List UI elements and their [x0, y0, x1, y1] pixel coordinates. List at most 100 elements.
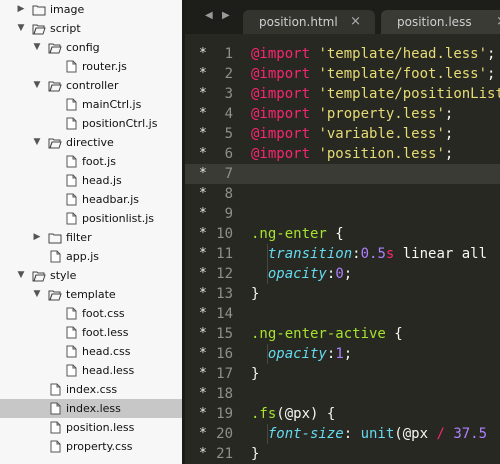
tree-file-positionCtrl-js[interactable]: positionCtrl.js	[0, 114, 182, 133]
line-gutter: * 11	[185, 244, 233, 264]
code-token: {	[385, 326, 403, 342]
tab-label: position.less	[397, 15, 472, 29]
tree-file-router-js[interactable]: router.js	[0, 57, 182, 76]
code-token: (@px	[394, 426, 437, 442]
code-line[interactable]: * 7	[185, 164, 500, 184]
tree-folder-directive[interactable]: ▼ directive	[0, 133, 182, 152]
tree-folder-template[interactable]: ▼ template	[0, 285, 182, 304]
tree-file-index-less[interactable]: index.less	[0, 399, 182, 418]
tree-item-label: app.js	[66, 250, 99, 263]
code-line[interactable]: * 13}	[185, 284, 500, 304]
modified-marker: *	[199, 46, 207, 61]
code-line[interactable]: * 11 transition:0.5s linear all	[185, 244, 500, 264]
tree-folder-style[interactable]: ▼ style	[0, 266, 182, 285]
line-gutter: * 9	[185, 204, 233, 224]
line-gutter: * 20	[185, 424, 233, 444]
tree-item-label: filter	[66, 231, 92, 244]
tree-folder-script[interactable]: ▼ script	[0, 19, 182, 38]
code-line[interactable]: * 21}	[185, 444, 500, 464]
line-gutter: * 6	[185, 144, 233, 164]
tree-item-label: config	[66, 41, 100, 54]
tree-item-label: foot.css	[82, 307, 125, 320]
code-line[interactable]: * 12 opacity:0;	[185, 264, 500, 284]
chevron-down-icon[interactable]: ▼	[15, 266, 27, 285]
close-icon[interactable]: ×	[496, 10, 500, 34]
modified-marker: *	[199, 286, 207, 301]
code-line[interactable]: * 6 @import 'position.less';	[185, 144, 500, 164]
tree-file-app-js[interactable]: app.js	[0, 247, 182, 266]
chevron-down-icon[interactable]: ▼	[15, 19, 27, 38]
tree-folder-config[interactable]: ▼ config	[0, 38, 182, 57]
chevron-down-icon[interactable]: ▼	[31, 38, 43, 57]
tree-file-foot-less[interactable]: foot.less	[0, 323, 182, 342]
code-line[interactable]: * 19 .fs(@px) {	[185, 404, 500, 424]
code-editor[interactable]: ◀ ▶ position.html × position.less × *1@i…	[185, 0, 500, 464]
code-token: ;	[487, 46, 496, 62]
line-number: 7	[224, 166, 233, 182]
code-line[interactable]: * 8	[185, 184, 500, 204]
line-gutter: * 16	[185, 344, 233, 364]
line-number: 20	[216, 426, 233, 442]
code-token: 37.5	[453, 426, 488, 442]
code-line[interactable]: * 9	[185, 204, 500, 224]
tree-file-index-css[interactable]: index.css	[0, 380, 182, 399]
code-line[interactable]: * 18	[185, 384, 500, 404]
code-token: 'variable.less'	[318, 126, 445, 142]
tree-file-foot-css[interactable]: foot.css	[0, 304, 182, 323]
line-content: opacity:0;	[251, 264, 352, 284]
code-line[interactable]: * 2 @import 'template/foot.less';	[185, 64, 500, 84]
chevron-right-icon[interactable]: ▶	[31, 228, 43, 247]
code-line[interactable]: * 20 font-size: unit(@px / 37.5	[185, 424, 500, 444]
tree-item-label: headbar.js	[82, 193, 139, 206]
tree-file-headbar-js[interactable]: headbar.js	[0, 190, 182, 209]
tree-item-label: foot.less	[82, 326, 129, 339]
code-line[interactable]: * 17}	[185, 364, 500, 384]
tree-folder-controller[interactable]: ▼ controller	[0, 76, 182, 95]
code-line[interactable]: * 1 @import 'template/head.less';	[185, 44, 500, 64]
line-gutter: * 19	[185, 404, 233, 424]
tree-file-property-css[interactable]: property.css	[0, 437, 182, 456]
code-token: .ng-enter	[251, 226, 327, 242]
code-line[interactable]: * 3 @import 'template/positionList	[185, 84, 500, 104]
line-gutter: * 15	[185, 324, 233, 344]
chevron-right-icon[interactable]: ▶	[15, 0, 27, 19]
tab-position-html[interactable]: position.html ×	[243, 10, 375, 34]
chevron-down-icon[interactable]: ▼	[31, 76, 43, 95]
tree-file-position-less[interactable]: position.less	[0, 418, 182, 437]
chevron-down-icon[interactable]: ▼	[31, 133, 43, 152]
code-token: transition	[267, 246, 353, 262]
line-number: 18	[216, 386, 233, 402]
tree-folder-image[interactable]: ▶ image	[0, 0, 182, 19]
tab-scroll-right-icon[interactable]: ▶	[222, 10, 230, 21]
tab-position-less[interactable]: position.less ×	[381, 10, 500, 34]
code-token: }	[251, 286, 260, 302]
tree-file-head-css[interactable]: head.css	[0, 342, 182, 361]
line-number: 17	[216, 366, 233, 382]
tree-file-foot-js[interactable]: foot.js	[0, 152, 182, 171]
code-line[interactable]: * 16 opacity:1;	[185, 344, 500, 364]
tab-label: position.html	[259, 15, 338, 29]
line-gutter: * 14	[185, 304, 233, 324]
tree-file-mainCtrl-js[interactable]: mainCtrl.js	[0, 95, 182, 114]
code-line[interactable]: * 5 @import 'variable.less';	[185, 124, 500, 144]
code-line[interactable]: * 14	[185, 304, 500, 324]
line-content: }	[251, 364, 259, 384]
tree-file-positionlist-js[interactable]: positionlist.js	[0, 209, 182, 228]
tree-folder-filter[interactable]: ▶ filter	[0, 228, 182, 247]
code-line[interactable]: * 10 .ng-enter {	[185, 224, 500, 244]
tree-file-head-less[interactable]: head.less	[0, 361, 182, 380]
code-area[interactable]: * 1 @import 'template/head.less'; * 2 @import…	[185, 44, 500, 464]
code-token: @import	[251, 86, 311, 102]
code-line[interactable]: * 15 .ng-enter-active {	[185, 324, 500, 344]
tree-item-label: style	[50, 269, 77, 282]
chevron-down-icon[interactable]: ▼	[31, 285, 43, 304]
code-line[interactable]: * 4 @import 'property.less';	[185, 104, 500, 124]
tab-scroll-left-icon[interactable]: ◀	[205, 10, 213, 21]
tree-file-head-js[interactable]: head.js	[0, 171, 182, 190]
close-icon[interactable]: ×	[350, 10, 361, 34]
modified-marker: *	[199, 226, 207, 241]
line-content: .ng-enter {	[251, 224, 344, 244]
line-gutter: * 18	[185, 384, 233, 404]
code-token: ;	[444, 126, 454, 142]
modified-marker: *	[199, 86, 207, 101]
